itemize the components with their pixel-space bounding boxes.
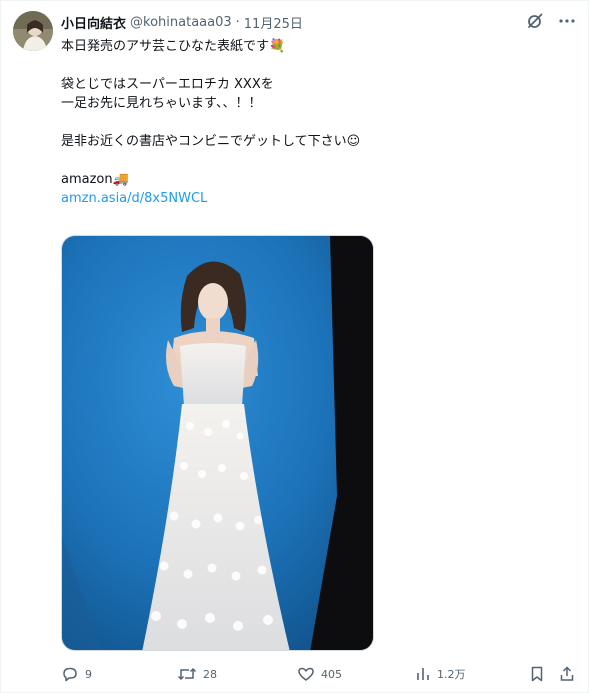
tweet-text: 本日発売のアサ芸こひなた表紙です💐 袋とじではスーパーエロチカ XXXを 一足お… [61,37,571,208]
tweet-photo[interactable] [61,235,374,651]
repost-count: 28 [203,667,217,681]
tweet-header: 小日向結衣 @kohinataaa03 · 11月25日 [61,12,303,32]
grok-icon[interactable] [524,10,546,32]
repost-icon [177,667,197,681]
tweet-date[interactable]: 11月25日 [244,13,303,32]
tweet-actions: 9 28 405 1.2万 [61,665,581,687]
analytics-icon [417,668,429,680]
amazon-text: amazon [61,172,113,187]
repost-button[interactable]: 28 [177,665,217,683]
separator-dot: · [235,14,240,30]
reply-count: 9 [85,667,92,681]
heart-icon [298,667,314,681]
share-button[interactable] [559,665,575,683]
avatar-image [13,11,53,51]
tweet-line: 一足お先に見れちゃいます、、！！ [61,96,262,111]
like-count: 405 [321,667,342,681]
tweet-card[interactable]: 小日向結衣 @kohinataaa03 · 11月25日 本日発売のアサ芸こひな… [0,0,589,693]
reply-button[interactable]: 9 [61,665,92,683]
tweet-line: 是非お近くの書店やコンビニでゲットして下さい☺ [61,134,361,149]
like-button[interactable]: 405 [297,665,342,683]
tweet-line: 袋とじではスーパーエロチカ XXXを [61,77,274,92]
photo-image [62,236,373,650]
tweet-line: 本日発売のアサ芸こひなた表紙です💐 [61,39,286,54]
share-icon [560,666,574,681]
bookmark-button[interactable] [529,665,545,683]
reply-icon [63,667,77,682]
avatar[interactable] [13,11,53,51]
views-button[interactable]: 1.2万 [415,665,466,683]
truck-emoji: 🚚 [112,172,129,187]
bookmark-icon [531,666,543,682]
view-count: 1.2万 [437,668,466,681]
user-handle[interactable]: @kohinataaa03 [130,15,232,30]
header-actions [524,10,578,32]
more-icon[interactable] [556,10,578,32]
tweet-line: amazon🚚 [61,170,571,189]
amazon-link[interactable]: amzn.asia/d/8x5NWCL [61,191,207,206]
display-name[interactable]: 小日向結衣 [61,13,126,32]
